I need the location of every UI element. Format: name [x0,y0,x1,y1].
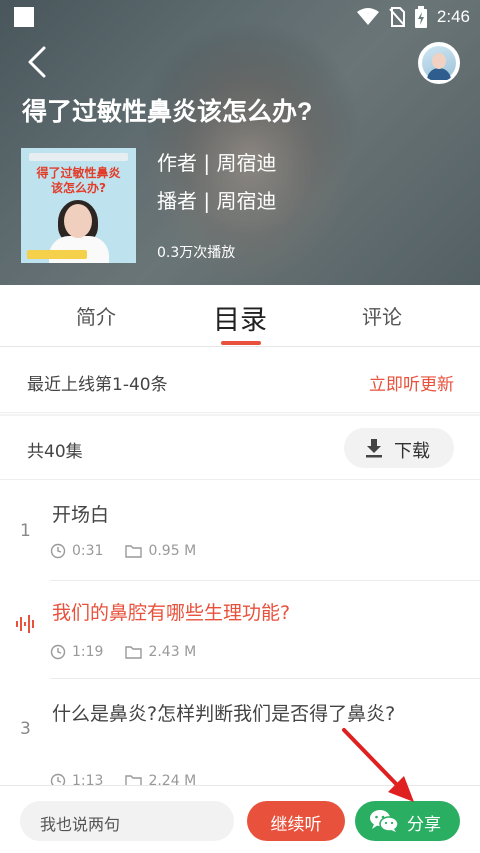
folder-icon [125,545,143,558]
status-bar: 2:46 [0,0,480,34]
tab-bar: 简介 目录 评论 [0,285,480,347]
author-avatar[interactable] [418,42,460,84]
episode-count-row: 共40集 下载 [0,416,480,480]
comment-input[interactable]: 我也说两句 [20,801,234,841]
battery-icon [414,6,427,28]
cover-title-line1: 得了过敏性鼻炎 [36,166,121,180]
play-count: 0.3万次播放 [157,245,236,261]
episode-count: 共40集 [27,442,83,462]
download-button[interactable]: 下载 [344,428,454,468]
episode-index: 1 [20,521,31,541]
notification-icon [14,7,34,27]
listen-update-link[interactable]: 立即听更新 [369,370,454,395]
playing-waveform-icon [16,615,34,633]
album-title: 得了过敏性鼻炎该怎么办? [22,98,313,126]
update-label: 最近上线第1-40条 [27,375,168,395]
wifi-icon [356,8,379,25]
tab-comments[interactable]: 评论 [362,301,402,330]
continue-label: 继续听 [270,815,322,835]
episode-duration: 0:31 [72,543,104,559]
clock-icon [50,644,66,660]
list-item[interactable]: 1 开场白 0:31 0.95 M [0,481,480,581]
author-label[interactable]: 作者 | 周宿迪 [157,147,276,176]
episode-title: 我们的鼻腔有哪些生理功能? [52,602,291,624]
episode-size: 0.95 M [148,543,197,559]
annotation-arrow-icon [342,728,414,802]
tab-catalog[interactable]: 目录 [213,298,267,337]
comment-placeholder: 我也说两句 [40,815,121,834]
status-time: 2:46 [436,7,470,26]
wechat-icon [370,810,399,832]
cover-title-line2: 该怎么办? [51,181,106,195]
narrator-label[interactable]: 播者 | 周宿迪 [157,185,276,214]
chevron-left-icon [28,46,46,78]
episode-index: 3 [20,719,31,739]
clock-icon [50,543,66,559]
back-button[interactable] [20,42,60,82]
download-icon [366,439,382,458]
episode-size: 2.43 M [148,644,197,660]
tab-intro[interactable]: 简介 [76,301,116,330]
list-item[interactable]: 我们的鼻腔有哪些生理功能? 1:19 2.43 M [0,581,480,679]
no-sim-icon [389,7,405,27]
episode-duration: 1:19 [72,644,104,660]
header-banner: 2:46 得了过敏性鼻炎该怎么办? 得了过敏性鼻炎 该怎么办? 作者 | 周宿迪… [0,0,480,285]
share-label: 分享 [407,815,441,835]
update-row: 最近上线第1-40条 立即听更新 [0,347,480,413]
album-cover: 得了过敏性鼻炎 该怎么办? [21,148,136,263]
tab-indicator [221,341,261,345]
episode-title: 开场白 [52,504,110,526]
download-label: 下载 [394,441,430,462]
folder-icon [125,646,143,659]
